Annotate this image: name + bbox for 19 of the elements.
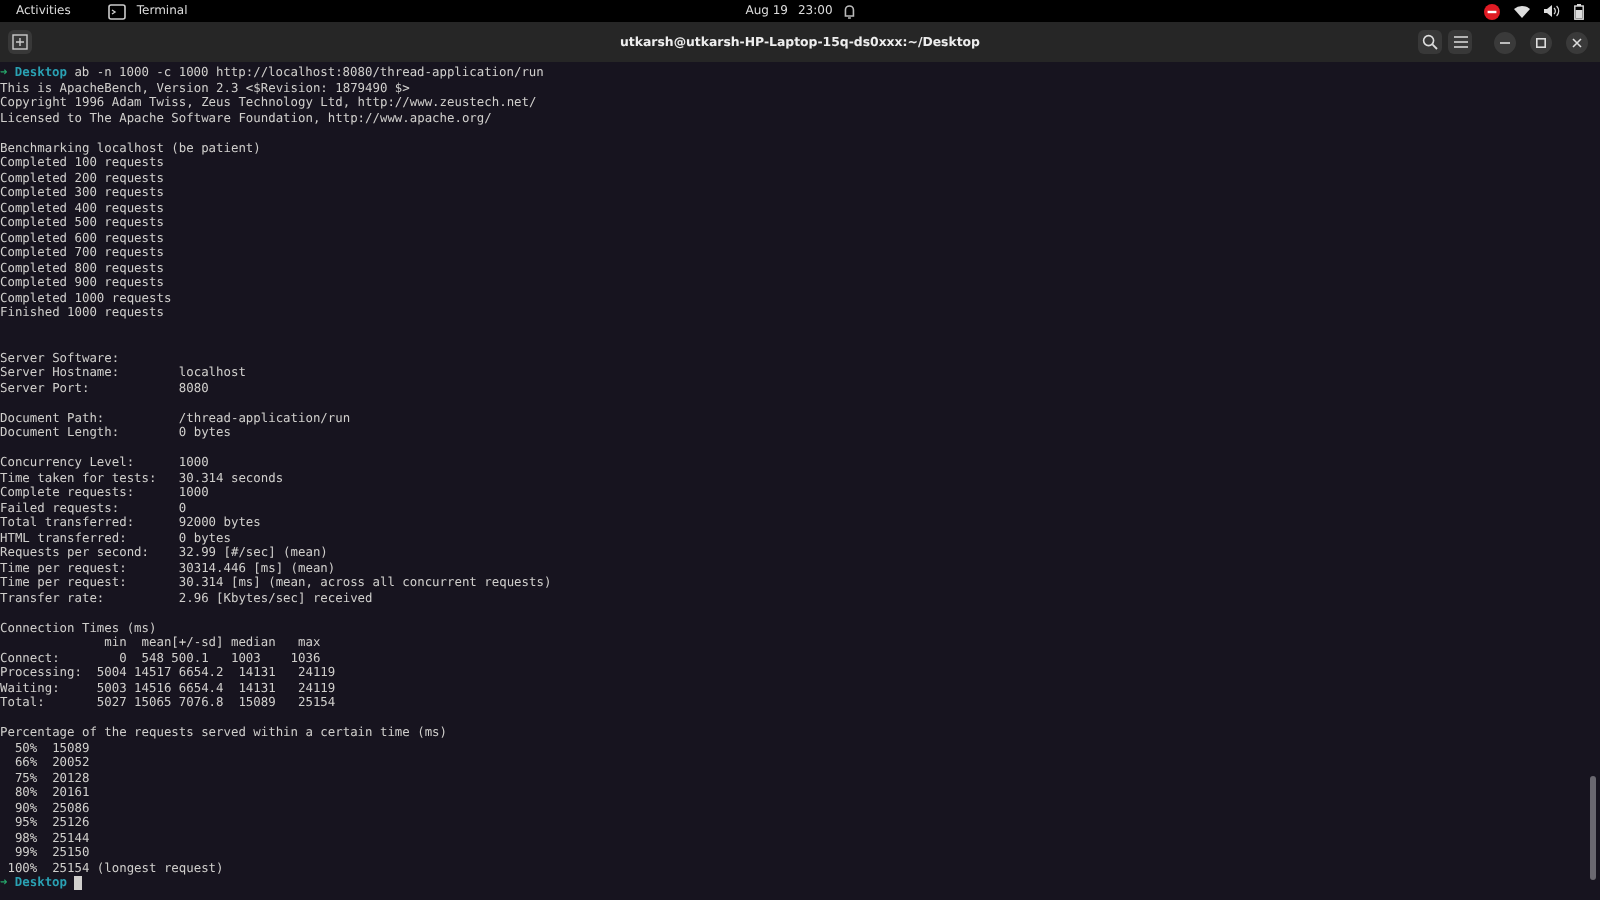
close-icon xyxy=(1572,37,1582,47)
menu-icon xyxy=(1453,36,1467,48)
scrollbar[interactable] xyxy=(1590,776,1596,880)
volume-icon[interactable] xyxy=(1544,4,1560,18)
close-button[interactable] xyxy=(1566,31,1588,53)
search-icon xyxy=(1422,34,1438,50)
new-tab-icon xyxy=(12,34,28,50)
terminal-icon xyxy=(108,3,127,19)
wifi-icon[interactable] xyxy=(1514,4,1530,18)
bell-icon xyxy=(842,3,855,19)
minimize-button[interactable] xyxy=(1494,31,1516,53)
minimize-icon xyxy=(1500,41,1510,43)
menu-button[interactable] xyxy=(1448,30,1472,54)
maximize-button[interactable] xyxy=(1530,31,1552,53)
do-not-disturb-icon[interactable] xyxy=(1484,3,1500,19)
new-tab-button[interactable] xyxy=(8,30,32,54)
search-button[interactable] xyxy=(1418,30,1442,54)
maximize-icon xyxy=(1536,37,1546,47)
battery-icon[interactable] xyxy=(1574,3,1584,19)
